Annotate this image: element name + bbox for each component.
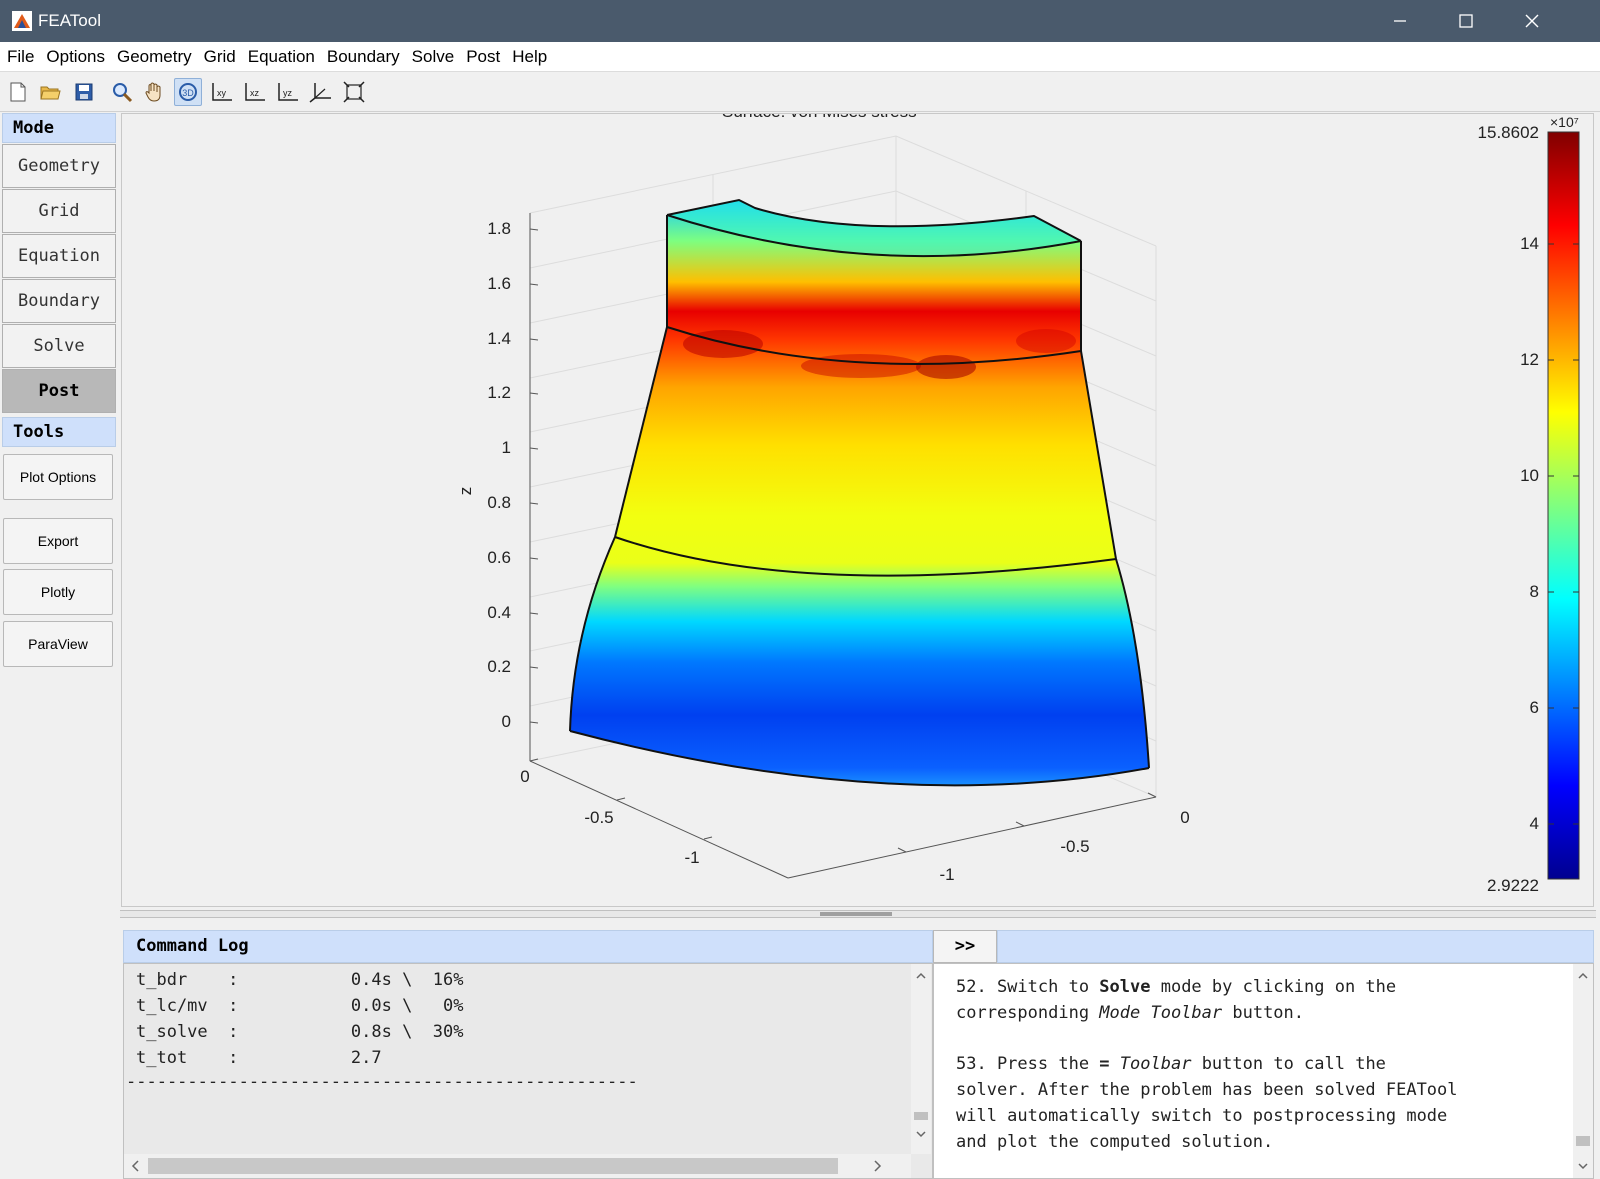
pan-hand-icon[interactable]: [140, 78, 168, 106]
menu-grid[interactable]: Grid: [204, 47, 236, 67]
log-horizontal-scrollbar[interactable]: [124, 1154, 911, 1178]
command-log-header: Command Log: [123, 930, 933, 963]
svg-text:xz: xz: [250, 88, 260, 98]
featool-logo-icon: [12, 11, 32, 31]
view-xy-icon[interactable]: xy: [208, 78, 236, 106]
mode-sidebar: Mode Geometry Grid Equation Boundary Sol…: [0, 113, 118, 1179]
colorbar-tick-label: 6: [1530, 698, 1539, 717]
y-tick-label: -1: [939, 865, 954, 884]
z-tick-label: 0: [502, 712, 511, 731]
z-ticks: [529, 228, 539, 724]
colorbar-tick-label: 14: [1520, 234, 1539, 253]
menu-file[interactable]: File: [7, 47, 34, 67]
svg-text:3D: 3D: [182, 88, 194, 98]
mode-grid-button[interactable]: Grid: [2, 189, 116, 233]
x-tick-label: -0.5: [584, 808, 613, 827]
menu-geometry[interactable]: Geometry: [117, 47, 192, 67]
menu-post[interactable]: Post: [466, 47, 500, 67]
menu-boundary[interactable]: Boundary: [327, 47, 400, 67]
panel-splitter[interactable]: [120, 910, 1596, 918]
view-yz-icon[interactable]: yz: [274, 78, 302, 106]
export-button[interactable]: Export: [3, 518, 113, 564]
help-step-53: 53. Press the = Toolbar button to call t…: [956, 1054, 1458, 1152]
y-tick-label: -0.5: [1060, 837, 1089, 856]
minimize-icon[interactable]: [1368, 0, 1432, 42]
mode-geometry-button[interactable]: Geometry: [2, 144, 116, 188]
close-icon[interactable]: [1500, 0, 1564, 42]
z-tick-label: 1.2: [487, 383, 511, 402]
svg-text:yz: yz: [283, 88, 293, 98]
splitter-grip[interactable]: [820, 912, 892, 916]
title-bar: FEATool: [0, 0, 1600, 42]
log-vertical-scrollbar[interactable]: [911, 964, 931, 1154]
rotate-3d-icon[interactable]: 3D: [174, 78, 202, 106]
save-icon[interactable]: [70, 78, 98, 106]
window-title: FEATool: [38, 11, 101, 30]
help-panel[interactable]: 52. Switch to Solve mode by clicking on …: [933, 963, 1594, 1179]
menu-equation[interactable]: Equation: [248, 47, 315, 67]
z-tick-label: 0.8: [487, 493, 511, 512]
colorbar-tick-label: 10: [1520, 466, 1539, 485]
help-vertical-scrollbar[interactable]: [1573, 964, 1593, 1178]
help-step-52: 52. Switch to Solve mode by clicking on …: [956, 977, 1397, 1023]
colorbar-tick-label: 12: [1520, 350, 1539, 369]
x-tick-label: -1: [684, 848, 699, 867]
colorbar-max-label: 15.8602: [1478, 123, 1539, 142]
menu-bar: File Options Geometry Grid Equation Boun…: [0, 42, 1600, 72]
y-tick-label: 0: [1180, 808, 1189, 827]
plot-area[interactable]: Surface: von Mises stress: [121, 113, 1594, 907]
log-line: t_solve : 0.8s \ 30%: [136, 1022, 464, 1042]
mode-equation-button[interactable]: Equation: [2, 234, 116, 278]
plot-canvas[interactable]: 1.8 1.6 1.4 1.2 1 0.8 0.6 0.4 0.2 0 z 0 …: [122, 114, 1594, 907]
view-3d-axes-icon[interactable]: [307, 78, 335, 106]
command-log-panel[interactable]: t_bdr : 0.4s \ 16% t_lc/mv : 0.0s \ 0% t…: [123, 963, 933, 1179]
z-axis-label: z: [456, 487, 475, 496]
plot-options-button[interactable]: Plot Options: [3, 454, 113, 500]
mode-post-button[interactable]: Post: [2, 369, 116, 413]
stress-surface: [569, 198, 1150, 787]
z-tick-label: 1.6: [487, 274, 511, 293]
toolbar: 3D xy xz yz: [0, 73, 1600, 112]
view-xz-icon[interactable]: xz: [241, 78, 269, 106]
mode-boundary-button[interactable]: Boundary: [2, 279, 116, 323]
log-line: t_lc/mv : 0.0s \ 0%: [136, 996, 464, 1016]
new-file-icon[interactable]: [4, 78, 32, 106]
log-line: ----------------------------------------…: [126, 1072, 638, 1092]
mode-solve-button[interactable]: Solve: [2, 324, 116, 368]
colorbar-exponent-label: ×10⁷: [1550, 114, 1579, 130]
z-tick-label: 1: [502, 438, 511, 457]
z-tick-label: 1.8: [487, 219, 511, 238]
maximize-icon[interactable]: [1434, 0, 1498, 42]
help-header: [997, 930, 1594, 963]
colorbar-min-label: 2.9222: [1487, 876, 1539, 895]
paraview-button[interactable]: ParaView: [3, 621, 113, 667]
log-line: t_tot : 2.7: [136, 1048, 382, 1068]
menu-solve[interactable]: Solve: [412, 47, 455, 67]
z-tick-label: 0.4: [487, 603, 511, 622]
colorbar-tick-label: 8: [1530, 582, 1539, 601]
menu-options[interactable]: Options: [46, 47, 105, 67]
log-line: t_bdr : 0.4s \ 16%: [136, 970, 464, 990]
z-tick-label: 0.6: [487, 548, 511, 567]
zoom-icon[interactable]: [108, 78, 136, 106]
colorbar-tick-label: 4: [1530, 814, 1539, 833]
z-tick-label: 0.2: [487, 657, 511, 676]
svg-text:xy: xy: [217, 88, 227, 98]
plotly-button[interactable]: Plotly: [3, 569, 113, 615]
zoom-extents-icon[interactable]: [340, 78, 368, 106]
open-folder-icon[interactable]: [36, 78, 64, 106]
mode-header: Mode: [2, 113, 116, 143]
tools-header: Tools: [2, 417, 116, 447]
x-tick-label: 0: [520, 767, 529, 786]
expand-help-button[interactable]: >>: [933, 930, 997, 963]
z-tick-label: 1.4: [487, 329, 511, 348]
menu-help[interactable]: Help: [512, 47, 547, 67]
